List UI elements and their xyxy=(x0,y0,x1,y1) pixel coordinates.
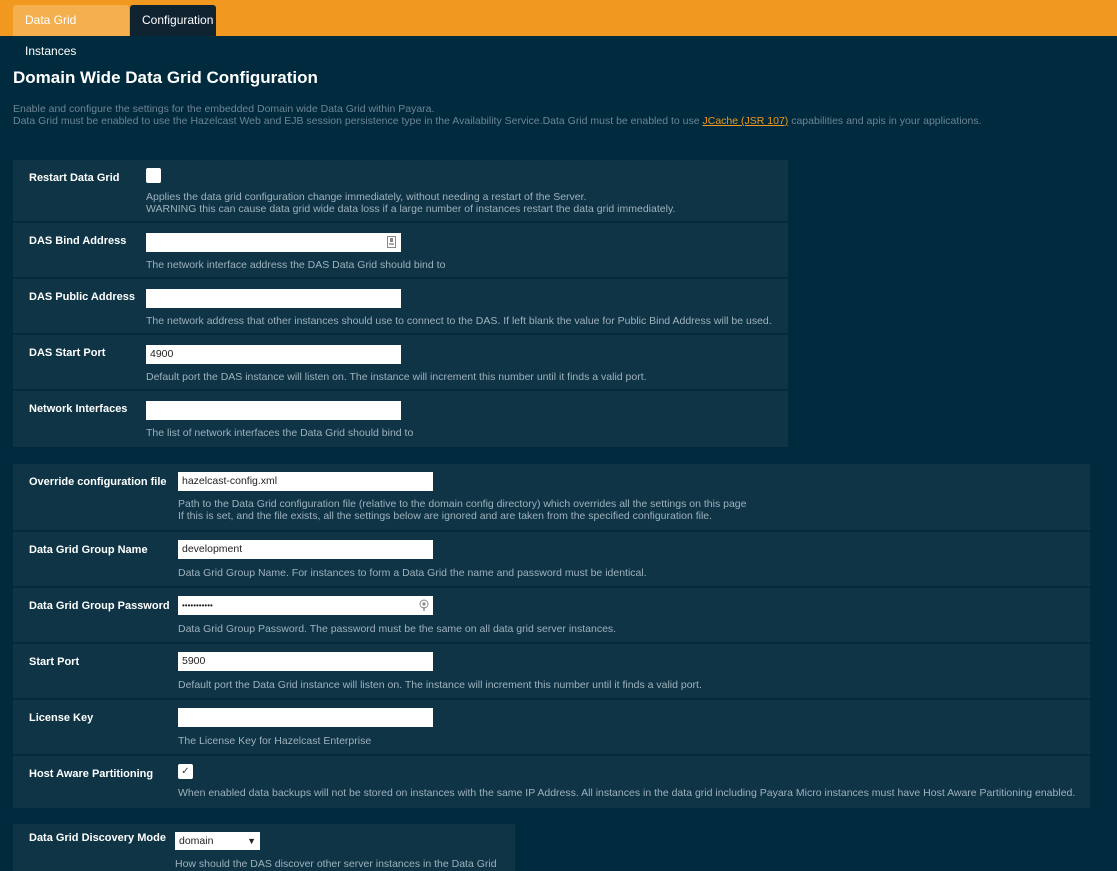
group-name-row: Data Grid Group Name development Data Gr… xyxy=(13,532,1090,588)
das-start-port-row: DAS Start Port 4900 Default port the DAS… xyxy=(13,335,788,391)
override-help-line-1: Path to the Data Grid configuration file… xyxy=(178,498,747,510)
restart-data-grid-label: Restart Data Grid xyxy=(29,172,120,184)
override-config-help: Path to the Data Grid configuration file… xyxy=(178,498,746,522)
intro-text-after: capabilities and apis in your applicatio… xyxy=(788,115,982,127)
das-start-port-label: DAS Start Port xyxy=(29,347,106,359)
network-interfaces-row: Network Interfaces The list of network i… xyxy=(13,391,788,447)
group-name-input[interactable]: development xyxy=(178,540,433,559)
discovery-mode-help: How should the DAS discover other server… xyxy=(175,858,497,870)
page-title: Domain Wide Data Grid Configuration xyxy=(13,68,318,87)
restart-help-line-1: Applies the data grid configuration chan… xyxy=(146,191,587,203)
discovery-mode-row: Data Grid Discovery Mode domain ▼ How sh… xyxy=(13,824,515,871)
discovery-mode-select[interactable]: domain ▼ xyxy=(175,832,260,850)
data-grid-settings-panel: Override configuration file hazelcast-co… xyxy=(13,464,1090,808)
das-bind-address-row: DAS Bind Address The network interface a… xyxy=(13,223,788,279)
das-bind-address-help: The network interface address the DAS Da… xyxy=(146,259,446,271)
das-start-port-input[interactable]: 4900 xyxy=(146,345,401,364)
start-port-label: Start Port xyxy=(29,656,80,668)
license-key-input[interactable] xyxy=(178,708,433,727)
intro-line-2: Data Grid must be enabled to use the Haz… xyxy=(13,115,982,127)
network-interfaces-help: The list of network interfaces the Data … xyxy=(146,427,414,439)
restart-data-grid-row: Restart Data Grid Applies the data grid … xyxy=(13,160,788,223)
chevron-down-icon: ▼ xyxy=(247,836,256,846)
start-port-row: Start Port 5900 Default port the Data Gr… xyxy=(13,644,1090,700)
jcache-link[interactable]: JCache (JSR 107) xyxy=(703,115,789,127)
network-interfaces-label: Network Interfaces xyxy=(29,403,128,415)
restart-help-line-2: WARNING this can cause data grid wide da… xyxy=(146,203,676,215)
network-interfaces-input[interactable] xyxy=(146,401,401,420)
restart-data-grid-checkbox[interactable] xyxy=(146,168,161,183)
das-public-address-row: DAS Public Address The network address t… xyxy=(13,279,788,335)
group-name-label: Data Grid Group Name xyxy=(29,544,148,556)
license-key-help: The License Key for Hazelcast Enterprise xyxy=(178,735,372,747)
password-key-icon[interactable] xyxy=(419,599,429,611)
das-public-address-label: DAS Public Address xyxy=(29,291,135,303)
start-port-input[interactable]: 5900 xyxy=(178,652,433,671)
group-password-label: Data Grid Group Password xyxy=(29,600,170,612)
override-config-label: Override configuration file xyxy=(29,476,167,488)
start-port-help: Default port the Data Grid instance will… xyxy=(178,679,702,691)
das-public-address-help: The network address that other instances… xyxy=(146,315,772,327)
das-bind-address-input[interactable] xyxy=(146,233,401,252)
override-config-input[interactable]: hazelcast-config.xml xyxy=(178,472,433,491)
page-intro: Enable and configure the settings for th… xyxy=(13,103,982,127)
das-public-address-input[interactable] xyxy=(146,289,401,308)
intro-line-1: Enable and configure the settings for th… xyxy=(13,103,435,115)
host-aware-label: Host Aware Partitioning xyxy=(29,768,154,780)
group-password-value: ••••••••••• xyxy=(182,601,213,610)
discovery-mode-value: domain xyxy=(179,835,214,847)
license-key-row: License Key The License Key for Hazelcas… xyxy=(13,700,1090,756)
host-aware-checkbox[interactable]: ✓ xyxy=(178,764,193,779)
override-config-row: Override configuration file hazelcast-co… xyxy=(13,464,1090,532)
host-aware-row: Host Aware Partitioning ✓ When enabled d… xyxy=(13,756,1090,808)
contact-card-icon[interactable] xyxy=(387,236,396,248)
das-settings-panel: Restart Data Grid Applies the data grid … xyxy=(13,160,788,447)
group-name-help: Data Grid Group Name. For instances to f… xyxy=(178,567,647,579)
group-password-row: Data Grid Group Password ••••••••••• Dat… xyxy=(13,588,1090,644)
license-key-label: License Key xyxy=(29,712,94,724)
override-help-line-2: If this is set, and the file exists, all… xyxy=(178,510,713,522)
das-start-port-help: Default port the DAS instance will liste… xyxy=(146,371,647,383)
host-aware-help: When enabled data backups will not be st… xyxy=(178,787,1076,799)
tab-configuration[interactable]: Configuration xyxy=(130,5,216,36)
group-password-input[interactable]: ••••••••••• xyxy=(178,596,433,615)
group-password-help: Data Grid Group Password. The password m… xyxy=(178,623,617,635)
tab-data-grid-instances[interactable]: Data Grid Instances xyxy=(13,5,129,58)
tab-bar: Data Grid Instances Configuration xyxy=(0,0,1117,58)
restart-data-grid-help: Applies the data grid configuration chan… xyxy=(146,191,675,215)
intro-text-before: Data Grid must be enabled to use the Haz… xyxy=(13,115,703,127)
discovery-mode-label: Data Grid Discovery Mode xyxy=(29,832,166,844)
das-bind-address-label: DAS Bind Address xyxy=(29,235,127,247)
check-icon: ✓ xyxy=(181,766,190,777)
discovery-panel: Data Grid Discovery Mode domain ▼ How sh… xyxy=(13,824,515,871)
